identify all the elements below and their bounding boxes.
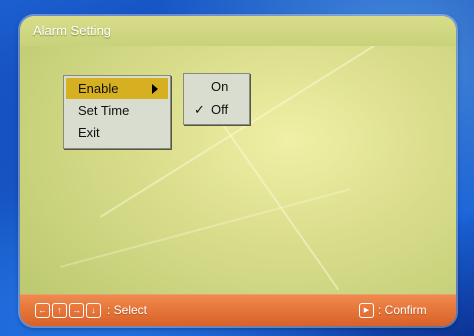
left-arrow-key-icon: ← xyxy=(35,303,50,318)
down-arrow-key-icon: ↓ xyxy=(86,303,101,318)
submenu-item-label: On xyxy=(211,79,229,94)
panel-title: Alarm Setting xyxy=(33,23,112,38)
up-arrow-key-icon: ↑ xyxy=(52,303,67,318)
key-hint-bar: ← ↑ → ↓ : Select ▶ : Confirm xyxy=(20,294,456,326)
alarm-setting-panel: Alarm Setting Enable Set Time Exit On ✓ … xyxy=(20,16,456,326)
menu-item-label: Exit xyxy=(78,125,100,140)
menu-item-label: Set Time xyxy=(78,103,130,118)
submenu-item-off[interactable]: ✓ Off xyxy=(184,99,249,121)
checkmark-icon: ✓ xyxy=(194,102,205,117)
menu-item-set-time[interactable]: Set Time xyxy=(66,100,168,121)
right-arrow-key-icon: → xyxy=(69,303,84,318)
select-hint-label: : Select xyxy=(107,303,148,317)
enable-submenu: On ✓ Off xyxy=(183,73,250,125)
confirm-hint-label: : Confirm xyxy=(378,303,427,317)
submenu-item-label: Off xyxy=(211,102,229,117)
title-bar: Alarm Setting xyxy=(20,16,456,46)
submenu-item-on[interactable]: On xyxy=(184,76,249,98)
menu-item-label: Enable xyxy=(78,81,119,96)
submenu-arrow-icon xyxy=(152,84,158,94)
menu-item-exit[interactable]: Exit xyxy=(66,122,168,143)
menu-item-enable[interactable]: Enable xyxy=(66,78,168,99)
confirm-key-icon: ▶ xyxy=(359,303,374,318)
options-menu: Enable Set Time Exit xyxy=(63,75,171,149)
